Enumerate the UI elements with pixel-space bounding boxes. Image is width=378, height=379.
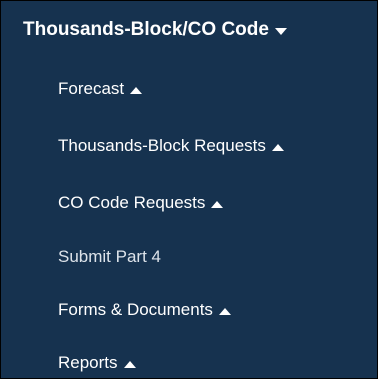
menu-item-forecast[interactable]: Forecast	[58, 79, 143, 99]
menu-item-label: Reports	[58, 353, 118, 372]
menu-header-thousands-block-co-code[interactable]: Thousands-Block/CO Code	[23, 19, 287, 41]
menu-item-co-code-requests[interactable]: CO Code Requests	[58, 193, 224, 213]
menu-item-label: Forms & Documents	[58, 300, 213, 319]
caret-up-icon	[218, 307, 231, 315]
menu-item-label: CO Code Requests	[58, 193, 206, 212]
menu-item-reports[interactable]: Reports	[58, 353, 136, 373]
menu-item-label: Submit Part 4	[58, 247, 161, 266]
caret-up-icon	[211, 200, 224, 208]
caret-up-icon	[271, 143, 284, 151]
caret-down-icon	[274, 28, 287, 35]
caret-up-icon	[130, 86, 143, 94]
menu-item-label: Thousands-Block Requests	[58, 136, 266, 155]
menu-item-forms-and-documents[interactable]: Forms & Documents	[58, 300, 231, 320]
caret-up-icon	[123, 360, 136, 368]
menu-item-label: Forecast	[58, 79, 125, 98]
menu-header-label: Thousands-Block/CO Code	[23, 19, 269, 40]
navigation-menu: Thousands-Block/CO Code Forecast Thousan…	[0, 0, 378, 379]
menu-item-thousands-block-requests[interactable]: Thousands-Block Requests	[58, 136, 284, 156]
menu-item-submit-part-4[interactable]: Submit Part 4	[58, 247, 161, 267]
